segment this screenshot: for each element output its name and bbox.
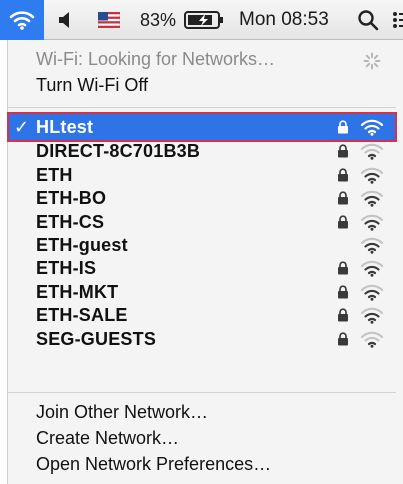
wifi-signal-icon — [360, 167, 384, 184]
lock-icon — [338, 144, 348, 158]
menubar-clock[interactable]: Mon 08:53 — [239, 9, 329, 31]
wifi-network-item[interactable]: DIRECT-8C701B3B — [8, 139, 396, 163]
wifi-network-name: DIRECT-8C701B3B — [36, 141, 201, 162]
wifi-network-item[interactable]: ETH-guest — [8, 233, 396, 257]
checkmark-icon: ✓ — [14, 117, 30, 137]
wifi-signal-icon — [360, 261, 384, 278]
wifi-signal-icon — [360, 190, 384, 207]
menu-bar: 83% Mon 08:53 — [0, 0, 403, 40]
wifi-network-item[interactable]: ETH-IS — [8, 256, 396, 280]
wifi-signal-icon — [360, 144, 384, 161]
wifi-signal-icon — [360, 237, 384, 254]
lock-icon — [338, 261, 348, 275]
wifi-signal-icon — [360, 214, 384, 231]
wifi-network-name: ETH-BO — [36, 188, 107, 209]
speaker-icon[interactable] — [54, 9, 76, 31]
lock-icon — [338, 215, 348, 229]
us-flag-icon[interactable] — [98, 12, 120, 28]
wifi-network-name: ETH-SALE — [36, 305, 128, 326]
wifi-network-name: HLtest — [36, 117, 94, 137]
menu-separator — [8, 392, 396, 393]
lock-icon — [338, 285, 348, 299]
wifi-network-name: ETH-CS — [36, 211, 105, 232]
wifi-signal-icon — [360, 119, 384, 136]
open-network-preferences-item[interactable]: Open Network Preferences… — [8, 452, 396, 476]
join-other-network-item[interactable]: Join Other Network… — [8, 400, 396, 424]
wifi-network-item[interactable]: ETH-CS — [8, 210, 396, 234]
wifi-network-name: ETH-IS — [36, 258, 97, 279]
lock-icon — [338, 332, 348, 346]
wifi-signal-icon — [360, 307, 384, 324]
wifi-status-text: Wi-Fi: Looking for Networks… — [36, 49, 276, 69]
list-icon[interactable] — [392, 10, 403, 30]
turn-wifi-off-label: Turn Wi-Fi Off — [36, 75, 148, 95]
open-network-preferences-label: Open Network Preferences… — [36, 454, 272, 474]
wifi-network-item[interactable]: ETH-BO — [8, 186, 396, 210]
lock-icon — [338, 168, 348, 182]
wifi-dropdown-menu: Wi-Fi: Looking for Networks… Turn Wi-Fi … — [7, 40, 403, 484]
lock-icon — [338, 120, 348, 134]
wifi-network-item[interactable]: ETH — [8, 163, 396, 187]
wifi-signal-icon — [360, 284, 384, 301]
wifi-network-item[interactable]: ETH-MKT — [8, 280, 396, 304]
wifi-network-name: ETH — [36, 164, 73, 185]
wifi-status-menu[interactable] — [0, 0, 44, 40]
magnifier-icon[interactable] — [357, 9, 379, 31]
wifi-network-name: ETH-guest — [36, 235, 128, 255]
wifi-network-item[interactable]: SEG-GUESTS — [8, 327, 396, 351]
create-network-label: Create Network… — [36, 428, 180, 448]
wifi-icon — [9, 11, 35, 30]
menu-separator — [8, 107, 396, 108]
battery-percent[interactable]: 83% — [140, 10, 176, 31]
wifi-network-item[interactable]: ETH-SALE — [8, 303, 396, 327]
battery-charging-icon[interactable] — [184, 10, 224, 30]
wifi-signal-icon — [360, 331, 384, 348]
lock-icon — [338, 308, 348, 322]
create-network-item[interactable]: Create Network… — [8, 426, 396, 450]
wifi-network-name: ETH-MKT — [36, 281, 119, 302]
wifi-network-name: SEG-GUESTS — [36, 328, 157, 349]
spinner-icon — [363, 52, 381, 70]
join-other-network-label: Join Other Network… — [36, 402, 209, 422]
lock-icon — [338, 191, 348, 205]
wifi-network-item[interactable]: ✓ HLtest — [7, 112, 397, 142]
